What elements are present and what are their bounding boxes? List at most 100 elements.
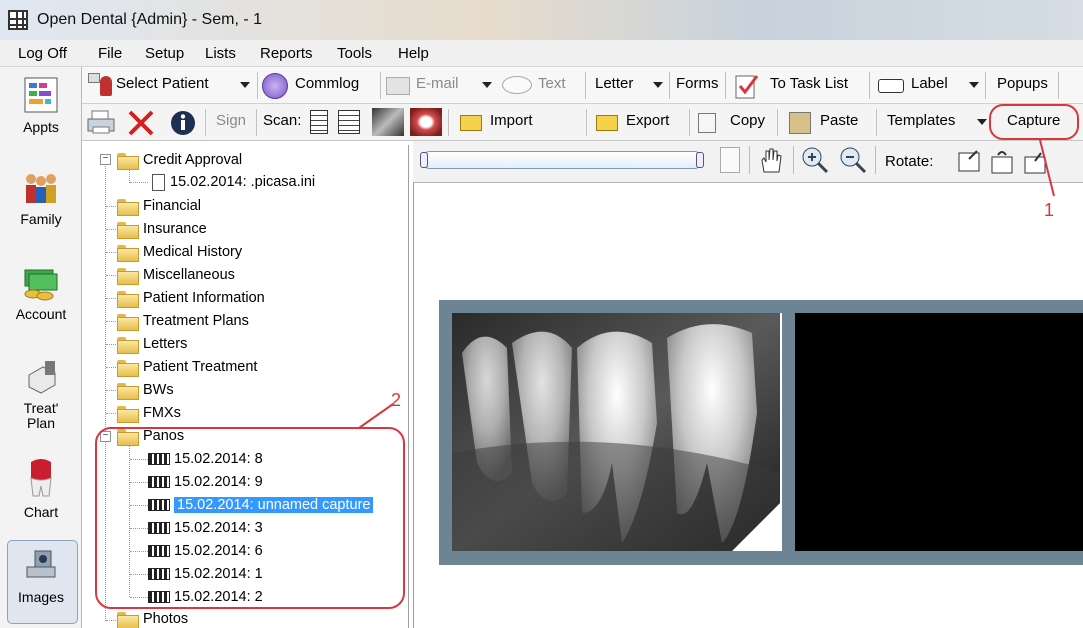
import-button[interactable]: Import: [490, 112, 533, 129]
callout-leader-1: [1039, 139, 1055, 197]
email-button[interactable]: E-mail: [416, 75, 459, 92]
slider-handle-right[interactable]: [696, 152, 704, 168]
forms-button[interactable]: Forms: [676, 75, 719, 92]
info-icon[interactable]: [170, 110, 196, 136]
main-toolbar: Select Patient Commlog E-mail Text Lette…: [82, 67, 1083, 104]
popups-button[interactable]: Popups: [997, 75, 1048, 92]
tree-folder-insurance[interactable]: Insurance: [117, 218, 207, 240]
xray-image[interactable]: [452, 313, 780, 551]
module-label: Family: [20, 211, 62, 227]
callout-panos-highlight: [95, 427, 405, 609]
sign-button[interactable]: Sign: [216, 112, 246, 129]
module-treatplan[interactable]: Treat' Plan: [4, 357, 78, 431]
images-icon: [26, 550, 56, 578]
folder-icon: [117, 359, 139, 377]
export-button[interactable]: Export: [626, 112, 669, 129]
folder-icon: [117, 336, 139, 354]
scan-document-icon[interactable]: [310, 110, 328, 134]
tree-folder-patient-information[interactable]: Patient Information: [117, 287, 265, 309]
templates-button[interactable]: Templates: [887, 112, 955, 129]
commlog-icon: [262, 73, 288, 99]
folder-icon: [117, 382, 139, 400]
images-toolbar: Sign Scan: Import Export Copy Paste Temp…: [82, 104, 1083, 141]
family-icon: [26, 174, 56, 203]
chevron-down-icon[interactable]: [240, 82, 250, 88]
print-icon[interactable]: [86, 107, 116, 137]
label-button[interactable]: Label: [911, 75, 948, 92]
folder-icon: [117, 405, 139, 423]
select-patient-button[interactable]: Select Patient: [116, 75, 209, 92]
collapse-credit-approval[interactable]: −: [100, 154, 111, 165]
window-title: Open Dental {Admin} - Sem, - 1: [37, 11, 262, 28]
arrow-icon: [88, 73, 100, 83]
chevron-down-icon[interactable]: [482, 82, 492, 88]
slider-handle-left[interactable]: [420, 152, 428, 168]
menu-lists[interactable]: Lists: [205, 45, 236, 62]
crop-icon[interactable]: [720, 147, 740, 173]
chevron-down-icon[interactable]: [977, 119, 987, 125]
tree-folder-credit-approval[interactable]: Credit Approval: [117, 149, 242, 171]
module-label: Account: [15, 306, 67, 322]
tree-folder-fmxs[interactable]: FMXs: [117, 402, 181, 424]
menu-tools[interactable]: Tools: [337, 45, 372, 62]
chevron-down-icon[interactable]: [653, 82, 663, 88]
delete-icon[interactable]: [126, 108, 156, 138]
tree-folder-financial[interactable]: Financial: [117, 195, 201, 217]
tree-folder-letters[interactable]: Letters: [117, 333, 187, 355]
tree-folder-patient-treatment[interactable]: Patient Treatment: [117, 356, 257, 378]
letter-button[interactable]: Letter: [595, 75, 633, 92]
tree-folder-bws[interactable]: BWs: [117, 379, 174, 401]
folder-icon: [117, 313, 139, 331]
callout-capture-highlight: [989, 104, 1079, 140]
chevron-down-icon[interactable]: [969, 82, 979, 88]
scan-multipage-icon[interactable]: [338, 110, 360, 134]
copy-icon: [698, 113, 716, 133]
person-icon: [100, 76, 112, 96]
folder-icon: [117, 267, 139, 285]
menu-setup[interactable]: Setup: [145, 45, 184, 62]
folder-icon: [117, 244, 139, 262]
text-bubble-icon: [502, 76, 532, 94]
app-grid-icon: [8, 10, 28, 30]
scan-photo-icon[interactable]: [410, 108, 442, 136]
module-family[interactable]: Family: [4, 167, 78, 227]
callout-number-1: 1: [1044, 200, 1055, 220]
zoom-out-icon[interactable]: [838, 145, 868, 175]
export-icon: [596, 115, 618, 131]
tree-folder-treatment-plans[interactable]: Treatment Plans: [117, 310, 249, 332]
module-appts[interactable]: Appts: [4, 75, 78, 135]
task-list-icon: [735, 75, 759, 99]
tree-folder-medical-history[interactable]: Medical History: [117, 241, 242, 263]
paste-icon: [789, 112, 811, 134]
treatment-plan-icon: [28, 361, 56, 394]
folder-icon: [117, 152, 139, 170]
commlog-button[interactable]: Commlog: [295, 75, 359, 92]
rotate-left-icon[interactable]: [955, 147, 983, 175]
module-images[interactable]: Images: [4, 545, 78, 605]
callout-number-2: 2: [391, 390, 402, 410]
menu-help[interactable]: Help: [398, 45, 429, 62]
rotate-label: Rotate:: [885, 153, 934, 170]
paste-button[interactable]: Paste: [820, 112, 858, 129]
tree-folder-photos[interactable]: Photos: [117, 608, 188, 628]
text-button[interactable]: Text: [538, 75, 566, 92]
to-task-list-button[interactable]: To Task List: [770, 75, 848, 92]
zoom-in-icon[interactable]: [800, 145, 830, 175]
folder-icon: [117, 611, 139, 628]
chart-icon: [30, 459, 52, 497]
xray-empty-slot[interactable]: [795, 313, 1083, 551]
tree-doc-picasa[interactable]: 15.02.2014: .picasa.ini: [152, 171, 315, 193]
menu-file[interactable]: File: [98, 45, 122, 62]
account-icon: [24, 269, 58, 301]
scan-xray-icon[interactable]: [372, 108, 404, 136]
copy-button[interactable]: Copy: [730, 112, 765, 129]
module-account[interactable]: Account: [4, 262, 78, 322]
brightness-slider[interactable]: [420, 151, 704, 169]
menu-reports[interactable]: Reports: [260, 45, 313, 62]
title-bar: Open Dental {Admin} - Sem, - 1: [0, 0, 1083, 40]
module-chart[interactable]: Chart: [4, 452, 78, 520]
hand-pan-icon[interactable]: [756, 146, 784, 174]
menu-bar: Log Off File Setup Lists Reports Tools H…: [0, 40, 1083, 67]
tree-folder-miscellaneous[interactable]: Miscellaneous: [117, 264, 235, 286]
menu-log-off[interactable]: Log Off: [18, 45, 67, 62]
